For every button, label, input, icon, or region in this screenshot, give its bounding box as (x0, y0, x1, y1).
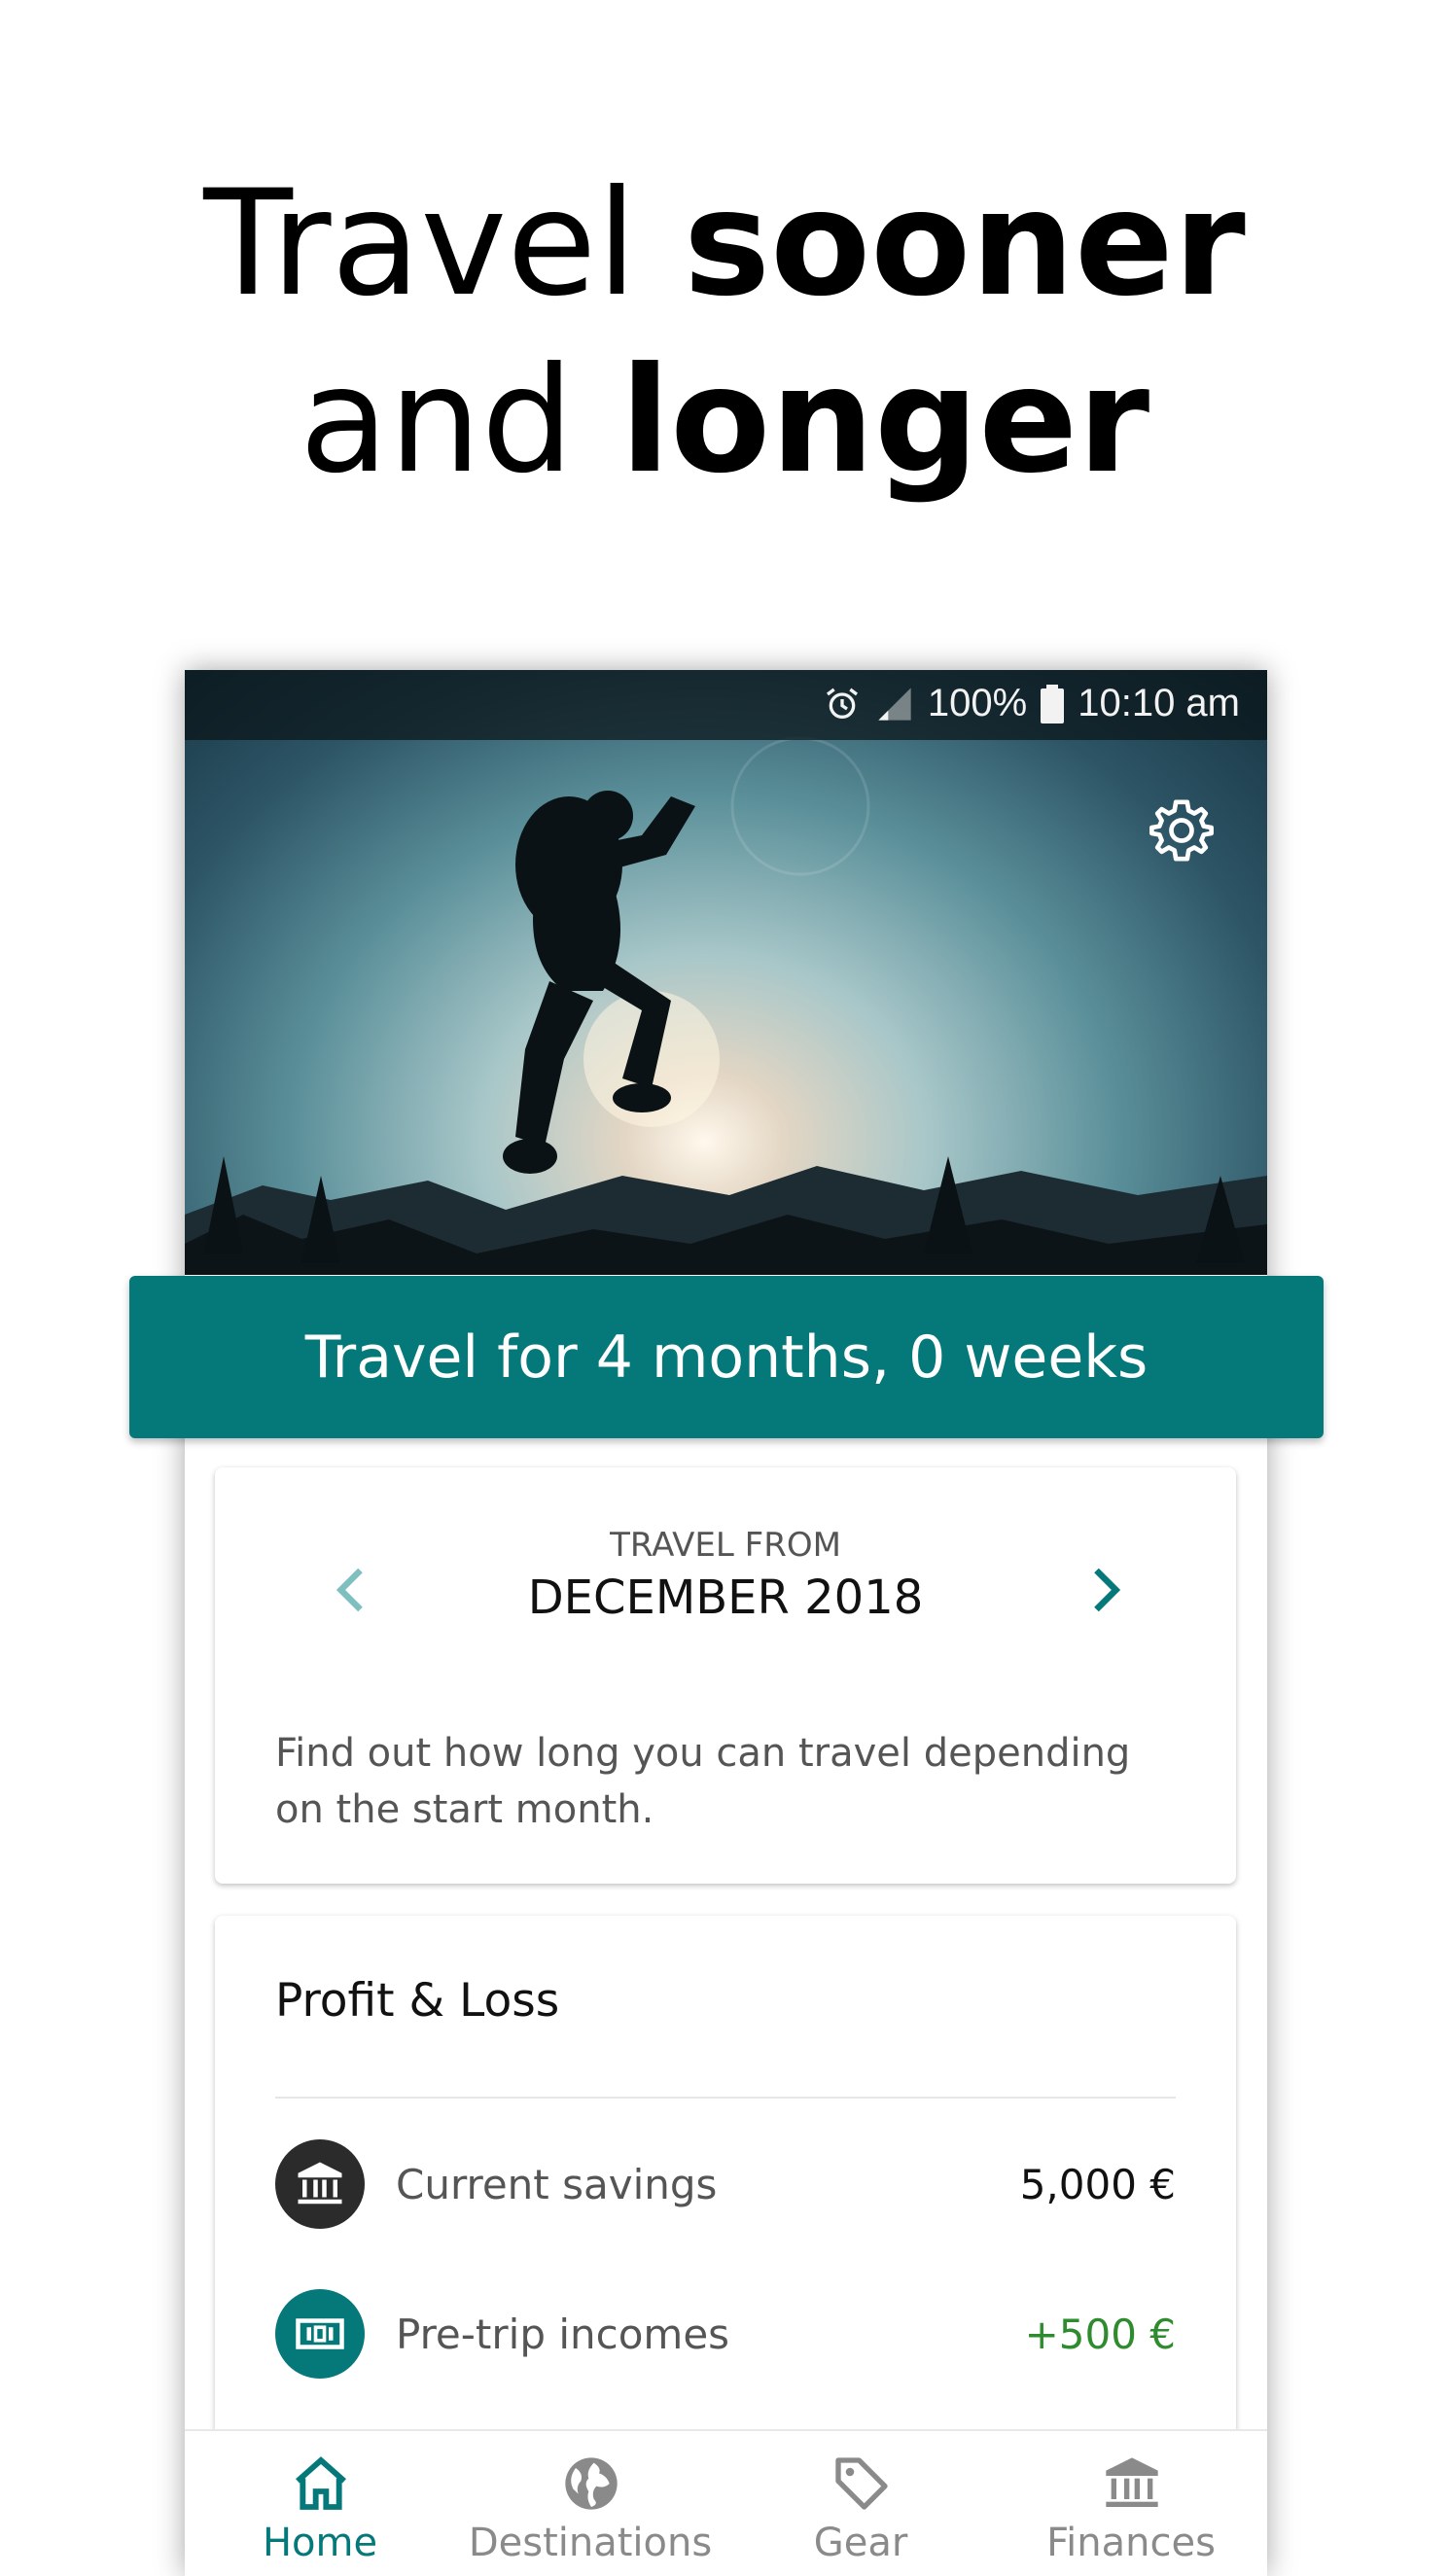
next-month-button[interactable] (1075, 1561, 1133, 1619)
nav-label-destinations: Destinations (468, 2521, 713, 2565)
nav-label-home: Home (262, 2521, 378, 2565)
divider (275, 2097, 1176, 2099)
pl-row-value: 5,000 € (1019, 2161, 1176, 2208)
battery-icon (1041, 684, 1065, 723)
nav-item-gear[interactable]: Gear (725, 2431, 996, 2576)
pl-row-label: Pre-trip incomes (396, 2311, 730, 2358)
nav-label-gear: Gear (813, 2521, 908, 2565)
promo-headline: Travel sooner and longer (0, 156, 1449, 510)
hero-photo-illustration (185, 736, 1267, 1275)
status-time: 10:10 am (1078, 682, 1240, 724)
nav-item-home[interactable]: Home (185, 2431, 455, 2576)
headline-line-1-bold: sooner (683, 159, 1246, 329)
travel-duration-text: Travel for 4 months, 0 weeks (304, 1323, 1149, 1392)
phone-screen: 100% 10:10 am TRAVEL FROM DECEMBER 2018 … (185, 670, 1267, 2576)
headline-line-2-regular: and (299, 336, 620, 506)
pl-row-pre-trip-incomes[interactable]: Pre-trip incomes +500 € (275, 2289, 1176, 2379)
bank-icon (1106, 2457, 1158, 2507)
gear-icon[interactable] (1148, 796, 1216, 865)
headline-line-2: and longer (0, 333, 1449, 510)
headline-line-2-bold: longer (619, 336, 1150, 506)
signal-icon (878, 687, 911, 721)
battery-percent: 100% (927, 682, 1028, 724)
status-bar: 100% 10:10 am (185, 670, 1267, 740)
travel-from-description: Find out how long you can travel dependi… (275, 1731, 1131, 1832)
pl-row-current-savings[interactable]: Current savings 5,000 € (275, 2139, 1176, 2229)
pl-row-label: Current savings (396, 2161, 718, 2208)
alarm-icon (826, 688, 858, 719)
pl-row-value: +500 € (1024, 2311, 1176, 2358)
bottom-navigation: Home Destinations Gear Finances (185, 2429, 1267, 2576)
nav-label-finances: Finances (1046, 2521, 1216, 2565)
nav-item-destinations[interactable]: Destinations (455, 2431, 725, 2576)
tag-icon (835, 2457, 888, 2510)
headline-line-1: Travel sooner (0, 156, 1449, 333)
hero-image: 100% 10:10 am (185, 670, 1267, 1275)
globe-icon (565, 2457, 618, 2510)
travel-from-label: TRAVEL FROM (610, 1526, 841, 1565)
headline-line-1-regular: Travel (203, 159, 684, 329)
nav-item-finances[interactable]: Finances (996, 2431, 1266, 2576)
home-icon (296, 2456, 346, 2510)
travel-duration-banner: Travel for 4 months, 0 weeks (129, 1276, 1324, 1438)
bank-icon (275, 2139, 365, 2229)
profit-loss-title: Profit & Loss (275, 1974, 560, 2028)
cash-icon (275, 2289, 365, 2379)
travel-from-card: TRAVEL FROM DECEMBER 2018 Find out how l… (215, 1467, 1236, 1884)
